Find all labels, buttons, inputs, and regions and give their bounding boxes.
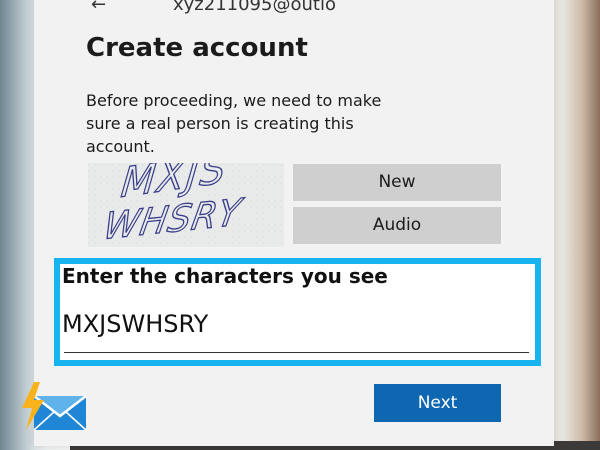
account-email: xyz211095@outlook.com	[173, 0, 337, 14]
page-title: Create account	[86, 33, 308, 63]
new-captcha-button[interactable]: New	[293, 164, 501, 201]
mail-lightning-logo-icon	[20, 382, 90, 438]
back-arrow-icon[interactable]: ←	[91, 0, 106, 14]
captcha-distorted-text: MXJS WHSRY	[88, 163, 284, 247]
back-row[interactable]: ← xyz211095@outlook.com	[57, 0, 337, 14]
audio-captcha-button[interactable]: Audio	[293, 207, 501, 244]
captcha-input-highlight: Enter the characters you see MXJSWHSRY	[54, 258, 541, 366]
captcha-input[interactable]: MXJSWHSRY	[62, 305, 528, 343]
next-button[interactable]: Next	[374, 384, 501, 422]
captcha-image: MXJS WHSRY	[88, 163, 284, 247]
captcha-input-label: Enter the characters you see	[62, 264, 388, 288]
input-underline	[64, 352, 529, 353]
page-description: Before proceeding, we need to make sure …	[86, 91, 382, 156]
